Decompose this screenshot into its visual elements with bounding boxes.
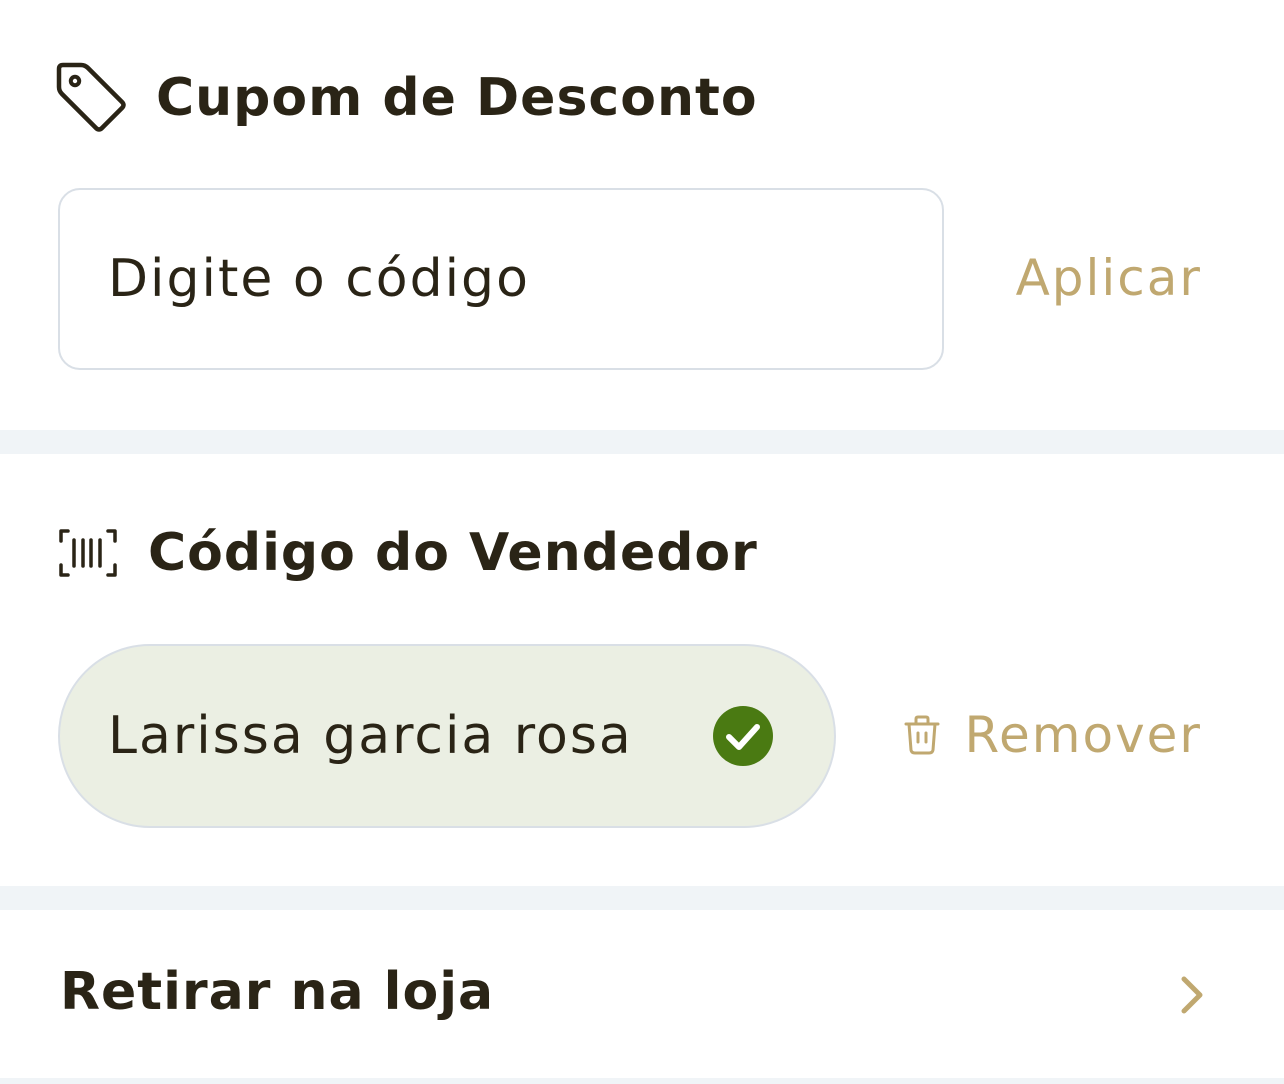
coupon-section: Cupom de Desconto [0, 0, 1284, 430]
seller-code-value: Larissa garcia rosa [108, 706, 633, 766]
coupon-header: Cupom de Desconto [56, 58, 758, 138]
chevron-right-icon [1176, 974, 1208, 1021]
remove-seller-label: Remover [964, 706, 1202, 764]
tag-icon [56, 62, 128, 134]
seller-title: Código do Vendedor [148, 523, 758, 583]
check-circle-icon [712, 705, 774, 772]
seller-code-field[interactable]: Larissa garcia rosa [58, 644, 836, 828]
coupon-code-input[interactable] [58, 188, 944, 370]
trash-icon [903, 714, 941, 756]
store-pickup-row[interactable]: Retirar na loja [0, 910, 1284, 1078]
store-pickup-label: Retirar na loja [60, 962, 495, 1022]
seller-code-section: Código do Vendedor Larissa garcia rosa [0, 454, 1284, 886]
apply-coupon-button[interactable]: Aplicar [1016, 244, 1202, 312]
barcode-scan-icon [56, 528, 120, 578]
remove-seller-button[interactable]: Remover [903, 700, 1202, 770]
coupon-title: Cupom de Desconto [156, 68, 758, 128]
seller-header: Código do Vendedor [56, 518, 758, 588]
apply-coupon-label: Aplicar [1015, 249, 1202, 307]
